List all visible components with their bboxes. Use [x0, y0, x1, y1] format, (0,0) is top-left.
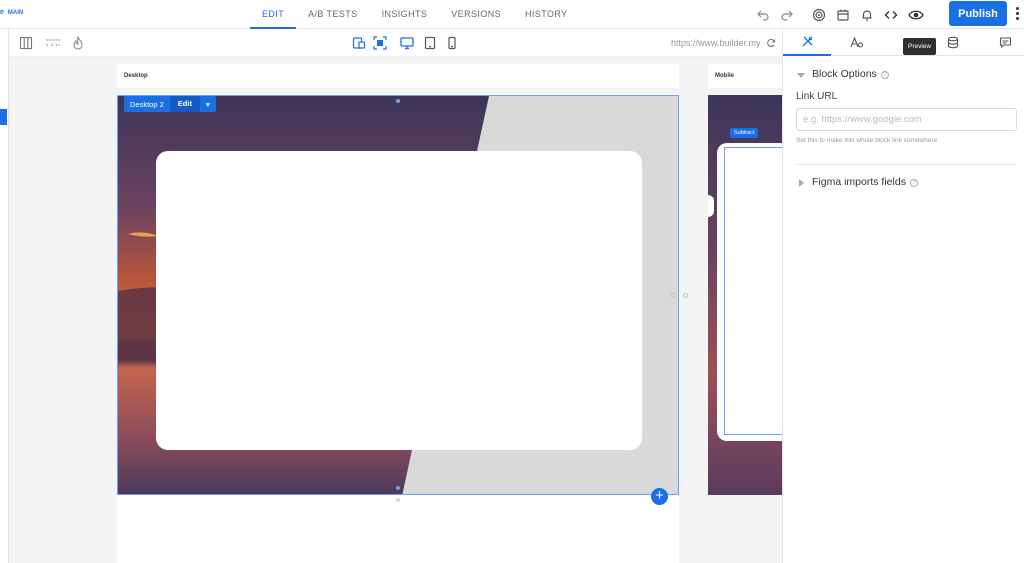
mobile-icon[interactable]: [446, 36, 458, 50]
desktop-icon[interactable]: [400, 36, 414, 50]
link-url-input[interactable]: e.g. https://www.google.com: [796, 108, 1017, 131]
block-edit-button[interactable]: Edit: [169, 96, 200, 112]
responsive-devices-icon[interactable]: [352, 36, 366, 50]
tab-history[interactable]: HISTORY: [513, 0, 579, 29]
resize-handle-top[interactable]: [396, 99, 400, 103]
tab-versions[interactable]: VERSIONS: [439, 0, 513, 29]
workspace-brand[interactable]: e MAIN: [0, 9, 23, 16]
figma-fields-caret-right-icon[interactable]: [798, 179, 806, 187]
block-name: Desktop 2: [130, 99, 164, 109]
block-options-caret-down-icon[interactable]: [797, 71, 805, 79]
columns-icon[interactable]: [19, 36, 33, 50]
main-tabs: EDIT A/B TESTS INSIGHTS VERSIONS HISTORY: [250, 0, 579, 29]
target-icon[interactable]: [812, 8, 826, 22]
tab-insights[interactable]: INSIGHTS: [370, 0, 440, 29]
mobile-selection-outline: [724, 147, 782, 435]
chip-chevron-down-icon[interactable]: ▾: [200, 100, 216, 109]
canvas-toolbar: https://www.builder.my: [9, 29, 782, 57]
header-actions: [756, 0, 924, 29]
flame-icon[interactable]: [72, 36, 84, 50]
resize-handle-bottom[interactable]: [396, 486, 400, 490]
tab-edit[interactable]: EDIT: [250, 0, 297, 29]
figma-imports-label: Figma imports fields: [812, 176, 906, 188]
workspace-label: MAIN: [7, 10, 24, 16]
resize-handle-right-outer[interactable]: [683, 293, 688, 298]
add-block-button[interactable]: +: [651, 488, 668, 505]
editor-canvas: Desktop Desktop 2 Edit ▾ + Mobile Subtra…: [9, 57, 782, 563]
layout-lines-icon[interactable]: [45, 36, 61, 50]
preview-eye-icon[interactable]: [908, 8, 924, 22]
resize-handle-right[interactable]: [671, 293, 676, 298]
content-card[interactable]: [156, 151, 642, 450]
bell-icon[interactable]: [860, 8, 874, 22]
redo-icon[interactable]: [780, 8, 794, 22]
link-url-help: Set this to make this whole block link s…: [796, 137, 938, 144]
database-icon: [947, 36, 959, 49]
preview-url[interactable]: https://www.builder.my: [671, 38, 761, 48]
text-style-icon: [850, 36, 864, 48]
tools-icon: [802, 36, 812, 47]
refresh-icon[interactable]: [766, 38, 776, 48]
tab-data[interactable]: [929, 29, 977, 56]
tab-comments[interactable]: [981, 29, 1024, 56]
figma-help-icon[interactable]: ?: [909, 179, 918, 187]
figma-imports-title[interactable]: Figma imports fields?: [812, 176, 918, 188]
block-options-label: Block Options: [812, 68, 877, 80]
fit-screen-icon[interactable]: [373, 36, 387, 50]
undo-icon[interactable]: [756, 8, 770, 22]
more-menu-icon[interactable]: [1013, 5, 1021, 23]
resize-handle-outer[interactable]: [396, 498, 400, 502]
tablet-icon[interactable]: [423, 36, 437, 50]
tab-styles[interactable]: [833, 29, 881, 56]
help-icon[interactable]: ?: [880, 71, 889, 79]
calendar-icon[interactable]: [836, 8, 850, 22]
mobile-layer-chip[interactable]: Subtract: [730, 128, 759, 138]
desktop-frame-label: Desktop: [117, 64, 679, 88]
block-options-title[interactable]: Block Options?: [812, 68, 889, 80]
mobile-frame-label: Mobile: [708, 64, 782, 88]
block-selection-chip[interactable]: Desktop 2 Edit ▾: [124, 96, 216, 112]
sidebar-active-indicator[interactable]: [0, 109, 7, 125]
code-icon[interactable]: [884, 8, 898, 22]
comment-icon: [999, 37, 1011, 49]
hero-block[interactable]: [117, 95, 679, 495]
top-bar: e MAIN EDIT A/B TESTS INSIGHTS VERSIONS H…: [0, 0, 1024, 29]
right-panel: Preview Block Options? Link URL e.g. htt…: [782, 29, 1024, 563]
left-sidebar: [0, 29, 9, 563]
panel-tabs: Preview: [783, 29, 1024, 56]
mobile-card-edge: [708, 195, 714, 217]
publish-button[interactable]: Publish: [949, 1, 1007, 26]
mobile-hero-block[interactable]: Subtract: [708, 95, 782, 495]
link-url-label: Link URL: [796, 91, 838, 102]
preview-tooltip: Preview: [903, 38, 937, 55]
tab-ab-tests[interactable]: A/B TESTS: [296, 0, 369, 29]
tab-options[interactable]: [783, 29, 831, 56]
section-divider: [796, 164, 1017, 165]
